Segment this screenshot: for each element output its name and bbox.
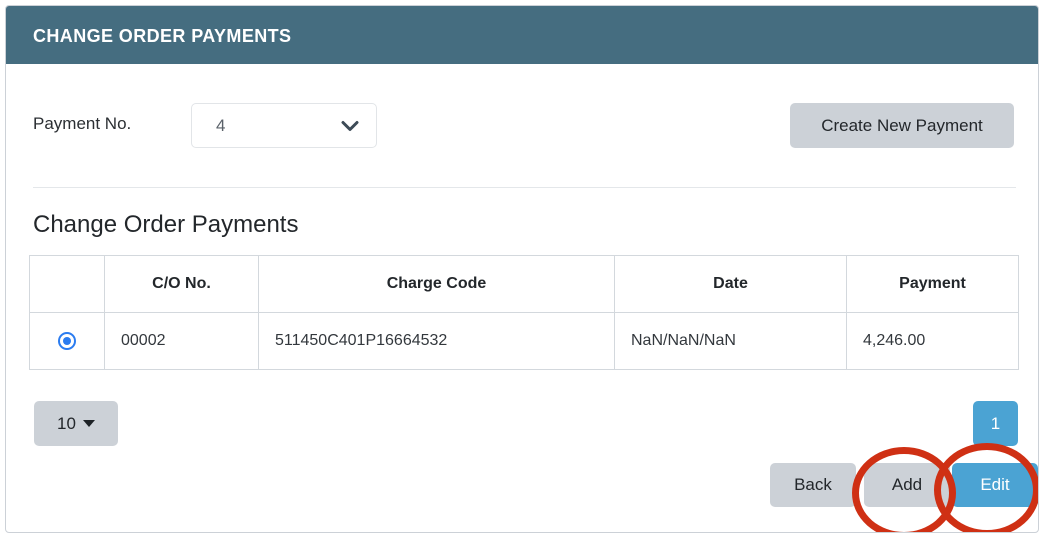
payment-no-label: Payment No. [33, 114, 132, 133]
column-header-date: Date [614, 255, 847, 313]
add-button[interactable]: Add [864, 463, 950, 507]
table-body: 00002 511450C401P16664532 NaN/NaN/NaN 4,… [29, 312, 1019, 370]
column-header-charge-code: Charge Code [258, 255, 615, 313]
back-button[interactable]: Back [770, 463, 856, 507]
caret-down-icon [82, 419, 95, 427]
cell-charge-code: 511450C401P16664532 [258, 312, 615, 370]
payment-selector-row: Payment No. 4 Create New Payment [6, 64, 1038, 187]
change-order-payments-table: C/O No. Charge Code Date Payment 00002 5… [29, 255, 1019, 370]
table-header: C/O No. Charge Code Date Payment [29, 255, 1019, 313]
column-header-select [29, 255, 105, 313]
page-size-value: 10 [57, 413, 76, 433]
page-title: CHANGE ORDER PAYMENTS [33, 26, 292, 46]
table-row[interactable]: 00002 511450C401P16664532 NaN/NaN/NaN 4,… [29, 312, 1019, 370]
page-size-select[interactable]: 10 [34, 401, 118, 446]
row-select-cell[interactable] [29, 312, 105, 370]
row-radio-button[interactable] [58, 331, 76, 350]
payment-no-select-value: 4 [216, 116, 226, 135]
edit-button[interactable]: Edit [952, 463, 1038, 507]
payment-no-select[interactable]: 4 [191, 103, 377, 148]
table-header-row: C/O No. Charge Code Date Payment [29, 255, 1019, 313]
section-divider [33, 187, 1016, 188]
cell-date: NaN/NaN/NaN [614, 312, 847, 370]
column-header-co-no: C/O No. [104, 255, 259, 313]
pagination: 1 [973, 401, 1018, 446]
cell-payment: 4,246.00 [846, 312, 1019, 370]
section-title: Change Order Payments [33, 211, 299, 238]
column-header-payment: Payment [846, 255, 1019, 313]
card-header: CHANGE ORDER PAYMENTS [6, 6, 1038, 64]
cell-co-no: 00002 [104, 312, 259, 370]
pagination-page-1-button[interactable]: 1 [973, 401, 1018, 446]
chevron-down-icon [341, 119, 359, 133]
change-order-payments-card: CHANGE ORDER PAYMENTS Payment No. 4 Crea… [5, 5, 1039, 533]
create-new-payment-button[interactable]: Create New Payment [790, 103, 1014, 148]
